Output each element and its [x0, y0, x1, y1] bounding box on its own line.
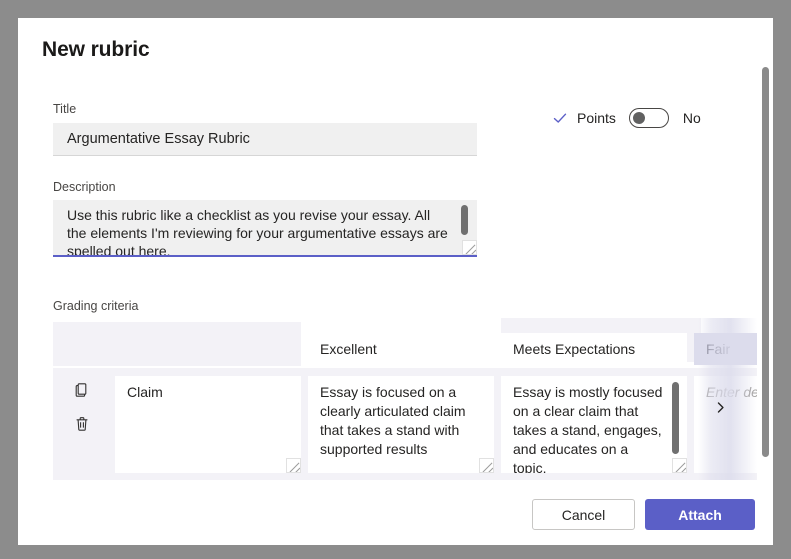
title-input[interactable]	[53, 123, 477, 156]
criterion-cell-text: Essay is mostly focused on a clear claim…	[513, 383, 665, 473]
column-header-1[interactable]	[501, 333, 687, 365]
table-row: Claim Essay is focused on a clearly arti…	[53, 368, 757, 480]
dialog-scrollbar[interactable]	[762, 40, 769, 480]
copy-icon[interactable]	[74, 382, 90, 398]
grading-criteria-label: Grading criteria	[53, 299, 138, 313]
cell-scrollbar[interactable]	[672, 382, 679, 467]
check-icon	[552, 110, 568, 126]
criterion-name-cell[interactable]: Claim	[115, 376, 301, 473]
page-title: New rubric	[42, 38, 150, 62]
column-header-2[interactable]	[694, 333, 757, 365]
cell-resize-handle[interactable]	[479, 458, 494, 473]
points-toggle-group: Points No	[552, 104, 701, 132]
scrollbar-thumb[interactable]	[762, 67, 769, 457]
trash-icon[interactable]	[74, 416, 90, 432]
new-rubric-dialog: New rubric Title Points No Description U…	[18, 18, 773, 545]
grading-criteria-grid: Claim Essay is focused on a clearly arti…	[53, 318, 757, 480]
points-state-label: No	[683, 110, 701, 126]
row-toolbar	[53, 368, 111, 480]
points-label: Points	[577, 110, 616, 126]
criterion-cell-2[interactable]: Enter description	[694, 376, 757, 473]
description-label: Description	[53, 180, 116, 194]
grid-header-corner	[53, 322, 301, 366]
column-header-0[interactable]	[308, 333, 494, 365]
grid-header-row	[53, 318, 757, 366]
criterion-cell-0[interactable]: Essay is focused on a clearly articulate…	[308, 376, 494, 473]
scrollbar-thumb[interactable]	[672, 382, 679, 454]
description-textarea[interactable]: Use this rubric like a checklist as you …	[53, 200, 477, 257]
attach-button[interactable]: Attach	[645, 499, 755, 530]
description-resize-handle[interactable]	[462, 240, 477, 255]
toggle-knob	[633, 112, 645, 124]
criterion-name-text: Claim	[127, 383, 279, 402]
dialog-scroll-area: New rubric Title Points No Description U…	[18, 18, 773, 480]
cell-resize-handle[interactable]	[672, 458, 687, 473]
title-label: Title	[53, 102, 76, 116]
description-text: Use this rubric like a checklist as you …	[67, 206, 449, 257]
chevron-right-icon[interactable]	[709, 396, 731, 418]
cancel-button[interactable]: Cancel	[532, 499, 635, 530]
scrollbar-thumb[interactable]	[461, 205, 468, 235]
criterion-cell-1[interactable]: Essay is mostly focused on a clear claim…	[501, 376, 687, 473]
criterion-cell-text: Essay is focused on a clearly articulate…	[320, 383, 472, 459]
points-toggle[interactable]	[629, 108, 669, 128]
dialog-footer: Cancel Attach	[18, 480, 773, 545]
cell-resize-handle[interactable]	[286, 458, 301, 473]
